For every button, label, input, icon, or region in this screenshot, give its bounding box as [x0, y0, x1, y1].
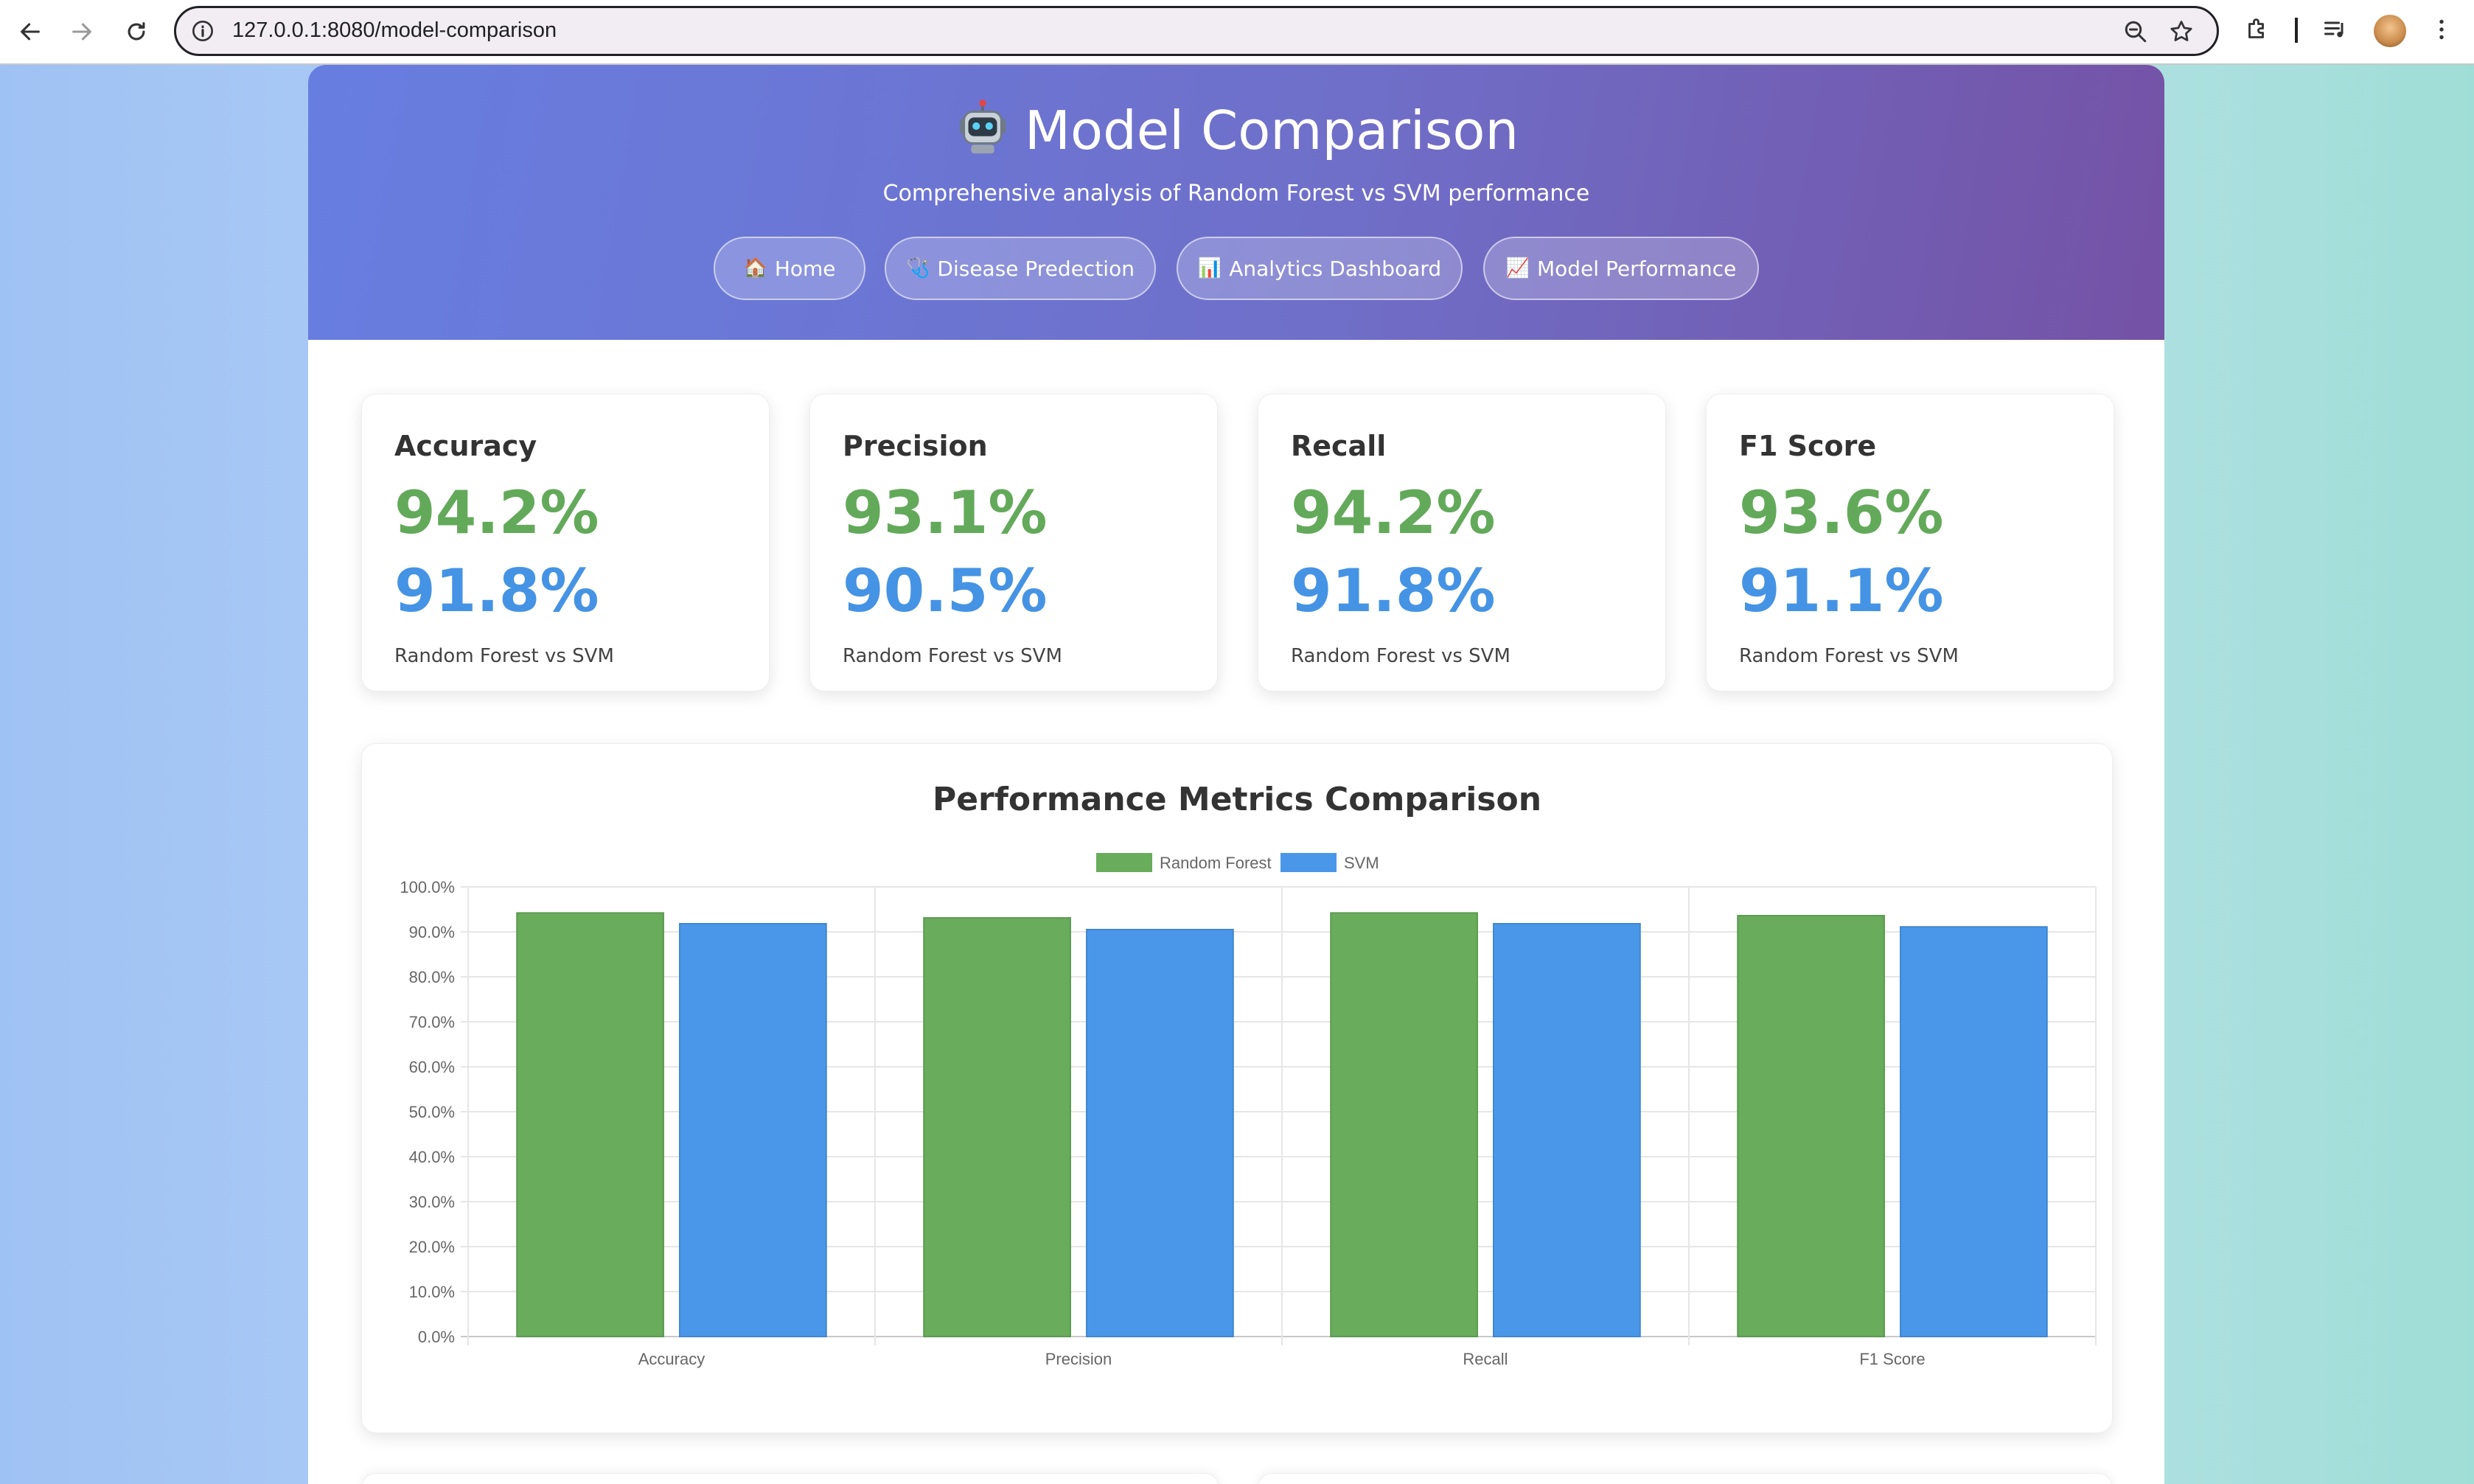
y-tick-label: 30.0%	[409, 1193, 455, 1211]
bar-chart: 0.0% 10.0% 20.0% 30.0% 40.0% 50.0% 60.0% 70.0% 8…	[400, 853, 2097, 1368]
performance-chart-card: Performance Metrics Comparison 0.0% 10.0%…	[361, 743, 2113, 1433]
bar-svm	[679, 923, 827, 1337]
back-button[interactable]	[12, 13, 49, 50]
metric-caption: Random Forest vs SVM	[394, 645, 614, 667]
y-tick-label: 40.0%	[409, 1148, 455, 1166]
y-tick-label: 80.0%	[409, 968, 455, 986]
page-title-text: Model Comparison	[1024, 100, 1519, 161]
y-tick-label: 90.0%	[409, 923, 455, 941]
nav-disease-prediction-button[interactable]: 🩺 Disease Predection	[885, 237, 1156, 300]
house-icon: 🏠	[743, 257, 767, 279]
reload-icon	[128, 22, 145, 41]
lower-card-right	[1258, 1473, 2113, 1484]
y-tick-label: 10.0%	[409, 1283, 455, 1301]
kebab-menu-icon	[2439, 19, 2444, 40]
metric-svm-value: 91.1%	[1739, 557, 1944, 625]
lower-card-left	[361, 1473, 1219, 1484]
robot-icon	[959, 100, 1006, 154]
bar-random-forest	[1737, 915, 1885, 1338]
stethoscope-icon: 🩺	[906, 257, 930, 279]
reload-button[interactable]	[118, 13, 155, 50]
metric-svm-value: 90.5%	[843, 557, 1048, 625]
metric-title: Precision	[843, 430, 988, 462]
page-title: Model Comparison	[308, 97, 2164, 164]
metric-rf-value: 94.2%	[394, 478, 599, 547]
bar-svm	[1900, 926, 2048, 1338]
metric-rf-value: 93.1%	[843, 478, 1048, 547]
y-tick-label: 50.0%	[409, 1103, 455, 1121]
bar-random-forest	[923, 917, 1071, 1337]
arrow-right-icon	[72, 23, 91, 41]
legend-swatch	[1280, 853, 1337, 872]
bar-random-forest	[516, 912, 664, 1337]
browser-toolbar: 127.0.0.1:8080/model-comparison	[0, 0, 2474, 65]
line-chart-icon: 📈	[1505, 257, 1530, 279]
url-text[interactable]: 127.0.0.1:8080/model-comparison	[232, 18, 557, 43]
x-tick-label: F1 Score	[1859, 1350, 1925, 1368]
playlist-icon	[2324, 21, 2344, 38]
nav-disease-prediction-label: Disease Predection	[937, 256, 1135, 281]
legend-label: SVM	[1344, 854, 1379, 872]
menu-button[interactable]	[2425, 13, 2458, 46]
metric-title: Recall	[1291, 430, 1387, 462]
metric-svm-value: 91.8%	[1291, 557, 1496, 625]
bar-chart-icon: 📊	[1197, 257, 1222, 279]
bar-svm	[1493, 923, 1641, 1337]
nav-home-label: Home	[774, 256, 836, 281]
x-tick-label: Recall	[1463, 1350, 1508, 1368]
y-tick-label: 70.0%	[409, 1013, 455, 1031]
legend-label: Random Forest	[1160, 854, 1272, 872]
metric-caption: Random Forest vs SVM	[1739, 645, 1959, 667]
metric-card-recall: Recall 94.2% 91.8% Random Forest vs SVM	[1258, 394, 1666, 692]
extensions-button[interactable]	[2241, 13, 2273, 46]
metric-card-accuracy: Accuracy 94.2% 91.8% Random Forest vs SV…	[361, 394, 770, 692]
forward-button[interactable]	[63, 13, 100, 50]
metric-caption: Random Forest vs SVM	[1291, 645, 1510, 667]
metric-card-precision: Precision 93.1% 90.5% Random Forest vs S…	[809, 394, 1218, 692]
bookmark-star-icon[interactable]	[2168, 18, 2195, 45]
metric-card-f1-score: F1 Score 93.6% 91.1% Random Forest vs SV…	[1706, 394, 2114, 692]
nav-home-button[interactable]: 🏠 Home	[714, 237, 865, 300]
hero-header: Model Comparison Comprehensive analysis …	[308, 65, 2164, 340]
metric-caption: Random Forest vs SVM	[843, 645, 1062, 667]
page-subtitle: Comprehensive analysis of Random Forest …	[882, 181, 1590, 206]
zoom-icon[interactable]	[2122, 18, 2149, 45]
y-tick-label: 60.0%	[409, 1058, 455, 1076]
y-tick-label: 20.0%	[409, 1238, 455, 1256]
puzzle-icon	[2248, 18, 2264, 38]
toolbar-divider	[2295, 18, 2298, 43]
metric-title: Accuracy	[394, 430, 537, 462]
y-tick-label: 100.0%	[400, 878, 455, 896]
nav-model-performance-label: Model Performance	[1536, 256, 1737, 281]
bar-svm	[1086, 928, 1234, 1337]
nav-analytics-dashboard-label: Analytics Dashboard	[1229, 256, 1442, 281]
metric-svm-value: 91.8%	[394, 557, 599, 625]
metric-rf-value: 94.2%	[1291, 478, 1496, 547]
bar-random-forest	[1330, 912, 1478, 1337]
legend-swatch	[1096, 853, 1152, 872]
arrow-left-icon	[21, 23, 40, 41]
profile-avatar[interactable]	[2374, 15, 2406, 47]
y-tick-label: 0.0%	[418, 1328, 455, 1346]
metric-title: F1 Score	[1739, 430, 1877, 462]
nav-model-performance-button[interactable]: 📈 Model Performance	[1483, 237, 1759, 300]
media-button[interactable]	[2319, 13, 2352, 46]
metric-rf-value: 93.6%	[1739, 478, 1944, 547]
page-container: Model Comparison Comprehensive analysis …	[308, 65, 2164, 1484]
site-info-icon[interactable]	[191, 19, 215, 43]
x-tick-label: Precision	[1045, 1350, 1112, 1368]
address-bar[interactable]: 127.0.0.1:8080/model-comparison	[174, 6, 2219, 56]
x-tick-label: Accuracy	[638, 1350, 705, 1368]
nav-analytics-dashboard-button[interactable]: 📊 Analytics Dashboard	[1177, 237, 1463, 300]
